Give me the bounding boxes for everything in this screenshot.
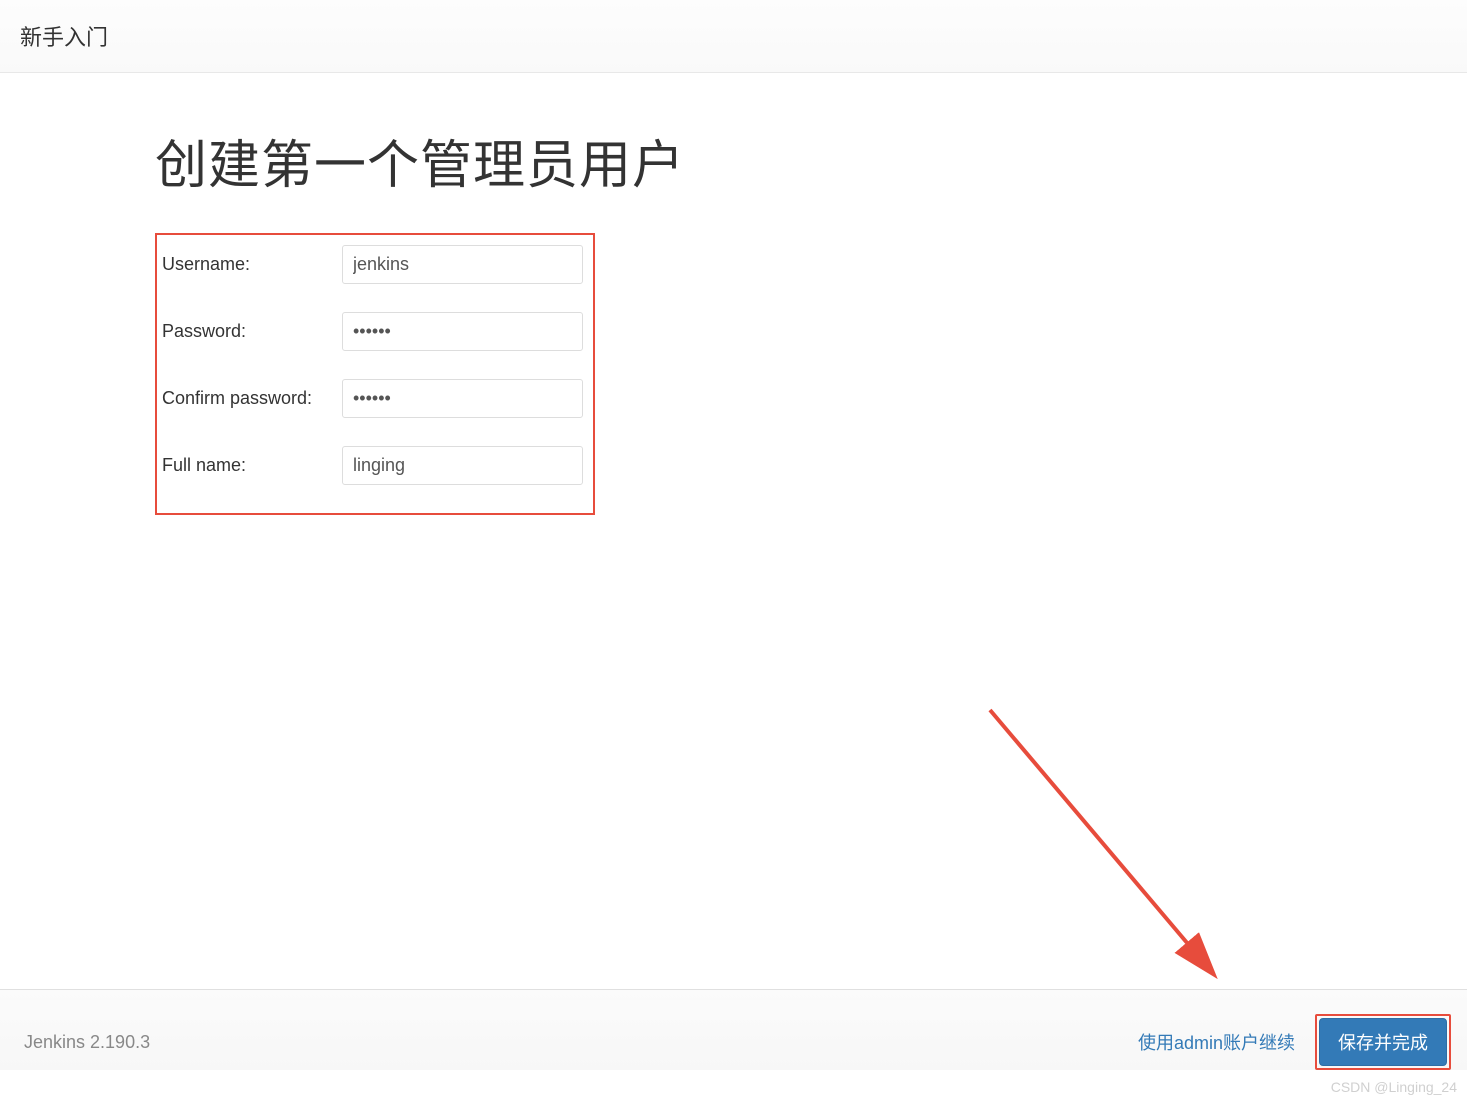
username-input[interactable] — [342, 245, 583, 284]
fullname-label: Full name: — [162, 455, 342, 476]
continue-as-admin-link[interactable]: 使用admin账户继续 — [1138, 1029, 1295, 1055]
version-label: Jenkins 2.190.3 — [24, 1032, 150, 1053]
password-input[interactable] — [342, 312, 583, 351]
page-title: 创建第一个管理员用户 — [155, 123, 1467, 198]
page-header: 新手入门 — [0, 0, 1467, 73]
password-row: Password: — [162, 312, 583, 351]
watermark-text: CSDN @Linging_24 — [1331, 1079, 1457, 1095]
save-and-finish-button[interactable]: 保存并完成 — [1319, 1018, 1447, 1066]
header-title: 新手入门 — [20, 20, 1447, 52]
fullname-input[interactable] — [342, 446, 583, 485]
page-footer: Jenkins 2.190.3 使用admin账户继续 保存并完成 — [0, 989, 1467, 1070]
main-content: 创建第一个管理员用户 Username: Password: Confirm p… — [0, 73, 1467, 515]
confirm-password-label: Confirm password: — [162, 388, 342, 409]
footer-actions: 使用admin账户继续 保存并完成 — [1138, 1014, 1451, 1070]
password-label: Password: — [162, 321, 342, 342]
save-button-highlight: 保存并完成 — [1315, 1014, 1451, 1070]
confirm-password-row: Confirm password: — [162, 379, 583, 418]
annotation-arrow-icon — [980, 700, 1280, 1000]
username-label: Username: — [162, 254, 342, 275]
confirm-password-input[interactable] — [342, 379, 583, 418]
create-user-form: Username: Password: Confirm password: Fu… — [155, 233, 595, 515]
username-row: Username: — [162, 245, 583, 284]
fullname-row: Full name: — [162, 446, 583, 485]
